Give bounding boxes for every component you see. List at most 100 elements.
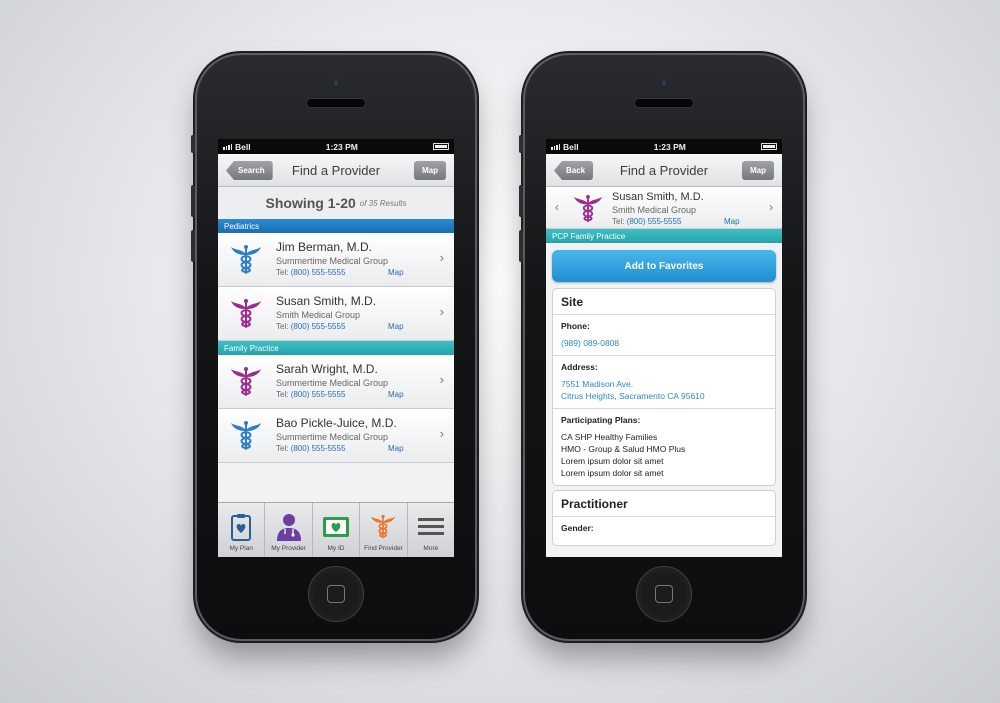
tab-label: Find Provider	[364, 545, 403, 552]
gender-row: Gender:	[553, 517, 775, 545]
provider-row[interactable]: Jim Berman, M.D. Summertime Medical Grou…	[218, 233, 454, 287]
phone-link[interactable]: (989) 089-0808	[561, 337, 767, 349]
carrier-label: Bell	[235, 141, 251, 152]
provider-row[interactable]: Sarah Wright, M.D. Summertime Medical Gr…	[218, 355, 454, 409]
chevron-left-icon[interactable]: ‹	[555, 200, 559, 214]
phone-link[interactable]: (800) 555-5555	[291, 390, 346, 399]
map-button[interactable]: Map	[742, 161, 774, 180]
caduceus-icon	[230, 420, 262, 452]
phone-row: Phone: (989) 089-0808	[553, 315, 775, 356]
provider-group: Smith Medical Group	[612, 205, 697, 215]
provider-row[interactable]: Susan Smith, M.D. Smith Medical Group Te…	[218, 287, 454, 341]
chevron-right-icon: ›	[439, 426, 444, 441]
home-button[interactable]	[637, 567, 691, 621]
chevron-right-icon: ›	[439, 250, 444, 265]
tab-label: My ID	[327, 545, 345, 552]
tab-more[interactable]: More	[408, 503, 454, 557]
gender-label: Gender:	[561, 523, 594, 533]
screen-provider-detail: Bell 1:23 PM Back Find a Provider Map ‹ …	[546, 139, 782, 557]
signal-icon	[551, 143, 560, 150]
provider-name: Sarah Wright, M.D.	[276, 362, 378, 376]
results-range: Showing 1-20	[265, 195, 356, 211]
speaker	[635, 99, 693, 107]
provider-name: Bao Pickle-Juice, M.D.	[276, 416, 397, 430]
chevron-right-icon[interactable]: ›	[769, 200, 773, 214]
plan-item: CA SHP Healthy Families	[561, 432, 658, 442]
menu-icon	[417, 513, 444, 541]
provider-name: Susan Smith, M.D.	[276, 294, 377, 308]
search-back-button[interactable]: Search	[226, 161, 273, 180]
tab-bar: My Plan My Provider My ID Find Provider	[218, 502, 454, 557]
phone-right: Bell 1:23 PM Back Find a Provider Map ‹ …	[519, 55, 803, 639]
doctor-icon	[276, 513, 302, 541]
phone-link[interactable]: (800) 555-5555	[291, 444, 346, 453]
phone-label: Phone:	[561, 321, 590, 331]
plan-item: HMO - Group & Salud HMO Plus	[561, 444, 686, 454]
caduceus-icon	[230, 244, 262, 276]
provider-tel: Tel: (800) 555-5555	[612, 217, 682, 226]
tab-my-plan[interactable]: My Plan	[218, 503, 266, 557]
address-row: Address: 7551 Madison Ave. Citrus Height…	[553, 356, 775, 409]
address-line-1[interactable]: 7551 Madison Ave.	[561, 378, 767, 390]
tab-my-id[interactable]: My ID	[313, 503, 361, 557]
map-link[interactable]: Map	[388, 322, 404, 331]
page-title: Find a Provider	[619, 162, 709, 178]
plans-row: Participating Plans: CA SHP Healthy Fami…	[553, 409, 775, 485]
results-total: of 35 Results	[359, 198, 407, 208]
nav-bar: Search Find a Provider Map	[218, 154, 454, 187]
plan-item: Lorem ipsum dolor sit amet	[561, 468, 664, 478]
caduceus-icon	[230, 298, 262, 330]
address-label: Address:	[561, 362, 598, 372]
camera	[660, 79, 668, 87]
home-button[interactable]	[309, 567, 363, 621]
phone-link[interactable]: (800) 555-5555	[291, 322, 346, 331]
clipboard-heart-icon	[228, 513, 254, 541]
site-title: Site	[553, 289, 775, 315]
tab-find-provider[interactable]: Find Provider	[360, 503, 408, 557]
phone-link[interactable]: (800) 555-5555	[291, 268, 346, 277]
practitioner-title: Practitioner	[553, 491, 775, 517]
chevron-right-icon: ›	[439, 304, 444, 319]
tab-label: More	[423, 545, 439, 552]
id-card-icon	[323, 513, 350, 541]
tab-my-provider[interactable]: My Provider	[265, 503, 313, 557]
battery-icon	[761, 143, 777, 150]
caduceus-icon	[573, 194, 603, 224]
site-card: Site Phone: (989) 089-0808 Address: 7551…	[552, 288, 776, 486]
plans-label: Participating Plans:	[561, 415, 641, 425]
phone-left: Bell 1:23 PM Search Find a Provider Map …	[191, 55, 475, 639]
provider-name: Susan Smith, M.D.	[612, 191, 704, 203]
speaker	[307, 99, 365, 107]
status-bar: Bell 1:23 PM	[218, 139, 454, 154]
address-line-2[interactable]: Citrus Heights, Sacramento CA 95610	[561, 390, 767, 402]
caduceus-icon	[370, 513, 396, 541]
provider-tel: Tel: (800) 555-5555	[276, 268, 346, 277]
provider-row[interactable]: Bao Pickle-Juice, M.D. Summertime Medica…	[218, 409, 454, 463]
provider-group: Summertime Medical Group	[276, 378, 389, 388]
page-title: Find a Provider	[291, 162, 381, 178]
caduceus-icon	[230, 366, 262, 398]
section-header-family-practice: Family Practice	[218, 341, 454, 355]
practitioner-card: Practitioner Gender:	[552, 490, 776, 546]
section-header-pediatrics: Pediatrics	[218, 219, 454, 233]
status-time: 1:23 PM	[653, 141, 686, 152]
provider-group: Summertime Medical Group	[276, 256, 389, 266]
add-to-favorites-button[interactable]: Add to Favorites	[552, 250, 776, 282]
screen-provider-list: Bell 1:23 PM Search Find a Provider Map …	[218, 139, 454, 557]
phone-link[interactable]: (800) 555-5555	[627, 217, 682, 226]
map-link[interactable]: Map	[388, 268, 404, 277]
tab-label: My Plan	[229, 545, 253, 552]
map-link[interactable]: Map	[388, 444, 404, 453]
map-button[interactable]: Map	[414, 161, 446, 180]
tab-label: My Provider	[271, 545, 306, 552]
provider-tel: Tel: (800) 555-5555	[276, 322, 346, 331]
status-time: 1:23 PM	[325, 141, 358, 152]
carrier-label: Bell	[563, 141, 579, 152]
provider-tel: Tel: (800) 555-5555	[276, 444, 346, 453]
nav-bar: Back Find a Provider Map	[546, 154, 782, 187]
chevron-right-icon: ›	[439, 372, 444, 387]
provider-header: ‹ Susan Smith, M.D. Smith Medical Group …	[546, 187, 782, 229]
map-link[interactable]: Map	[388, 390, 404, 399]
map-link[interactable]: Map	[724, 217, 740, 226]
back-button[interactable]: Back	[554, 161, 594, 180]
